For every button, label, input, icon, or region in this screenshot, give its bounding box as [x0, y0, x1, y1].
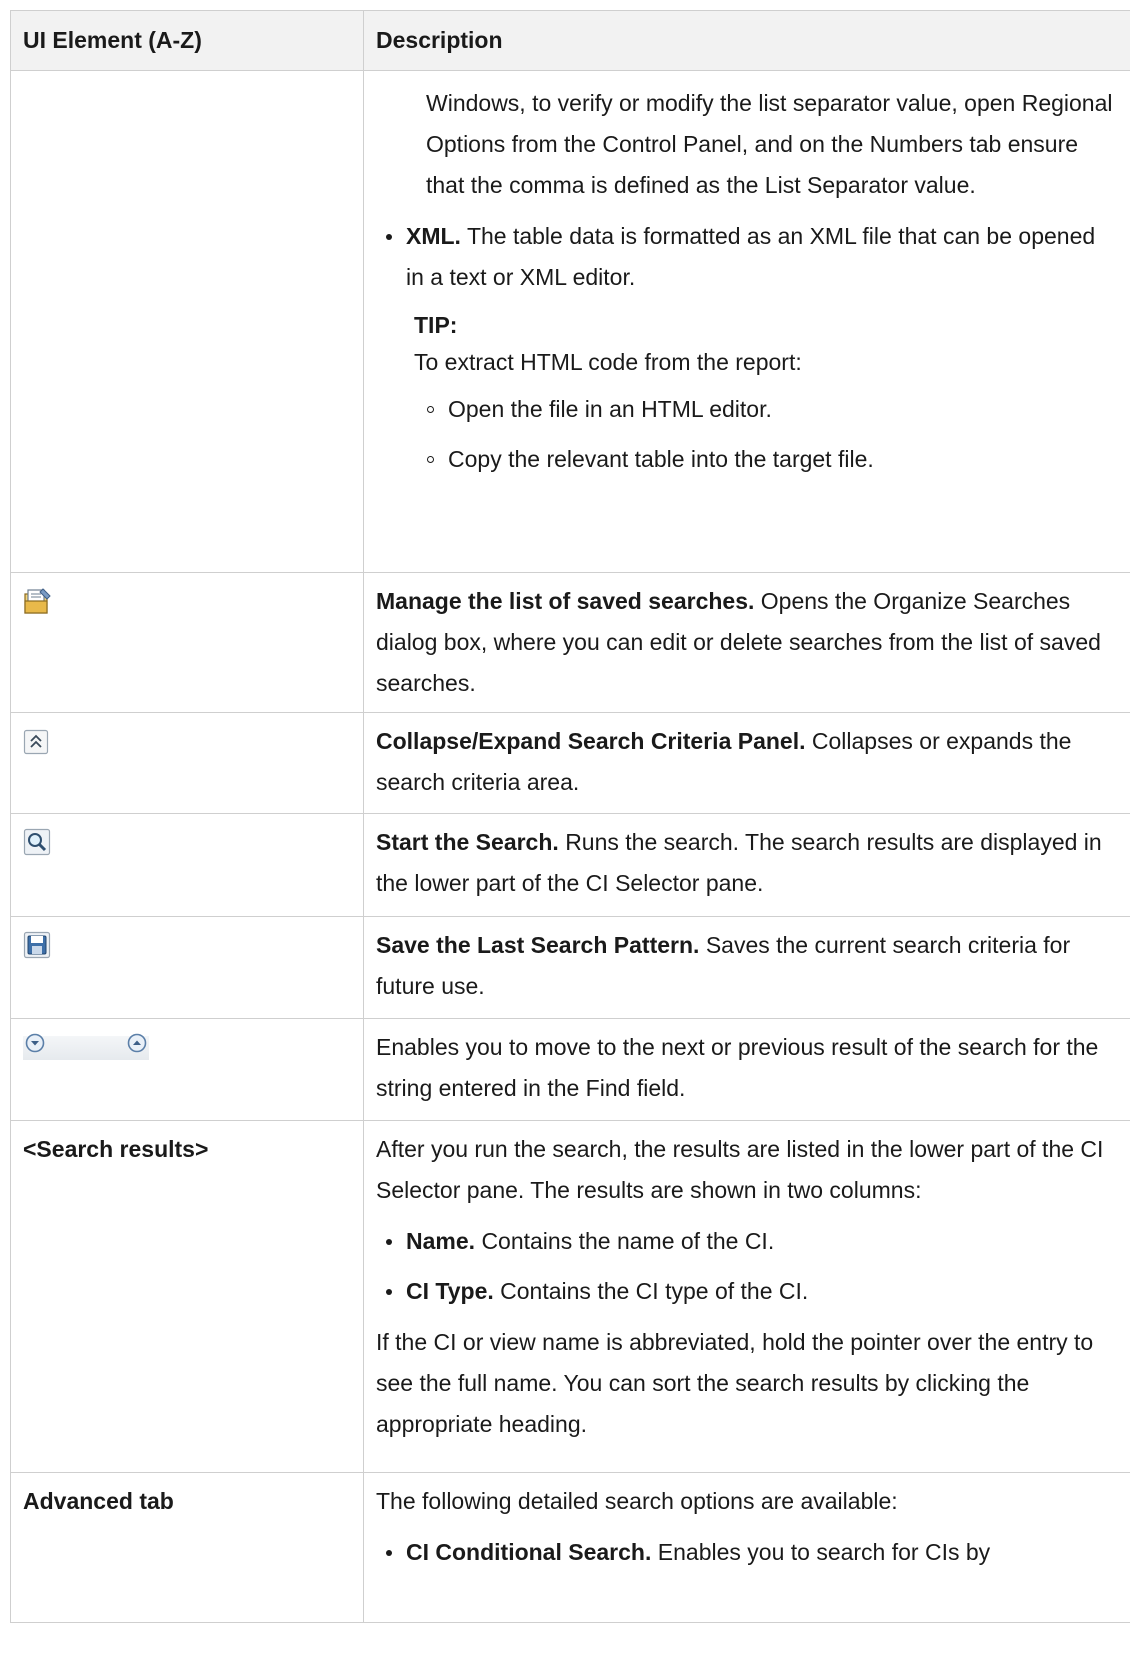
search-icon	[23, 828, 51, 869]
table-row: Advanced tab The following detailed sear…	[10, 1472, 1130, 1623]
description-cell: Save the Last Search Pattern. Saves the …	[363, 916, 1130, 1019]
list-item: Open the file in an HTML editor.	[414, 389, 1118, 430]
element-cell	[10, 916, 364, 1019]
continued-paragraph: Windows, to verify or modify the list se…	[426, 90, 1113, 198]
description-cell: Manage the list of saved searches. Opens…	[363, 572, 1130, 713]
collapse-expand-icon	[23, 727, 49, 768]
tip-steps-list: Open the file in an HTML editor. Copy th…	[414, 389, 1118, 480]
description-cell: Collapse/Expand Search Criteria Panel. C…	[363, 712, 1130, 814]
column-header-description-label: Description	[376, 27, 503, 53]
option-text: Enables you to search for CIs by	[657, 1539, 991, 1565]
column-type-text: Contains the CI type of the CI.	[500, 1278, 809, 1304]
save-icon	[23, 931, 51, 972]
description-cell: The following detailed search options ar…	[363, 1472, 1130, 1623]
xml-format-title: XML.	[406, 223, 461, 249]
column-header-ui-element-label: UI Element (A-Z)	[23, 27, 202, 53]
item-title: Start the Search.	[376, 829, 559, 855]
column-type-title: CI Type.	[406, 1278, 494, 1304]
list-item: Name. Contains the name of the CI.	[376, 1221, 1118, 1262]
table-row: Manage the list of saved searches. Opens…	[10, 572, 1130, 713]
item-title: Collapse/Expand Search Criteria Panel.	[376, 728, 806, 754]
tip-label: TIP:	[414, 312, 458, 338]
element-cell	[10, 1018, 364, 1121]
result-navigation-icons	[23, 1033, 149, 1060]
table-header-row: UI Element (A-Z) Description	[10, 10, 1130, 71]
column-name-title: Name.	[406, 1228, 476, 1254]
list-item: XML. The table data is formatted as an X…	[376, 216, 1118, 298]
element-cell	[10, 813, 364, 917]
column-header-ui-element: UI Element (A-Z)	[10, 10, 364, 71]
results-columns-list: Name. Contains the name of the CI. CI Ty…	[376, 1221, 1118, 1312]
previous-result-icon	[125, 1027, 149, 1068]
table-row: Collapse/Expand Search Criteria Panel. C…	[10, 712, 1130, 814]
table-row: <Search results> After you run the searc…	[10, 1120, 1130, 1473]
description-cell: After you run the search, the results ar…	[363, 1120, 1130, 1473]
tip-text: To extract HTML code from the report:	[414, 349, 802, 375]
element-cell	[10, 70, 364, 573]
xml-format-text: The table data is formatted as an XML fi…	[406, 223, 1096, 290]
table-row: Enables you to move to the next or previ…	[10, 1018, 1130, 1121]
table-row: Start the Search. Runs the search. The s…	[10, 813, 1130, 917]
list-item: CI Type. Contains the CI type of the CI.	[376, 1271, 1118, 1312]
description-cell: Enables you to move to the next or previ…	[363, 1018, 1130, 1121]
table-row: Windows, to verify or modify the list se…	[10, 70, 1130, 573]
item-title: Save the Last Search Pattern.	[376, 932, 700, 958]
element-cell	[10, 712, 364, 814]
results-outro: If the CI or view name is abbreviated, h…	[376, 1329, 1094, 1437]
element-name: <Search results>	[23, 1136, 209, 1162]
ui-elements-table: UI Element (A-Z) Description Windows, to…	[10, 10, 1130, 1623]
advanced-intro: The following detailed search options ar…	[376, 1488, 898, 1514]
element-name: Advanced tab	[23, 1488, 174, 1514]
tip-box: TIP: To extract HTML code from the repor…	[376, 308, 1118, 480]
results-intro: After you run the search, the results ar…	[376, 1136, 1104, 1203]
item-title: Manage the list of saved searches.	[376, 588, 755, 614]
description-cell: Windows, to verify or modify the list se…	[363, 70, 1130, 573]
column-name-text: Contains the name of the CI.	[481, 1228, 775, 1254]
item-text: Enables you to move to the next or previ…	[376, 1034, 1099, 1101]
column-header-description: Description	[363, 10, 1130, 71]
list-item: CI Conditional Search. Enables you to se…	[376, 1532, 1118, 1573]
list-item: Copy the relevant table into the target …	[414, 439, 1118, 480]
element-cell: <Search results>	[10, 1120, 364, 1473]
element-cell: Advanced tab	[10, 1472, 364, 1623]
manage-searches-icon	[23, 587, 53, 628]
element-cell	[10, 572, 364, 713]
description-cell: Start the Search. Runs the search. The s…	[363, 813, 1130, 917]
option-title: CI Conditional Search.	[406, 1539, 652, 1565]
advanced-options-list: CI Conditional Search. Enables you to se…	[376, 1532, 1118, 1573]
format-list: XML. The table data is formatted as an X…	[376, 216, 1118, 298]
next-result-icon	[23, 1027, 47, 1068]
table-row: Save the Last Search Pattern. Saves the …	[10, 916, 1130, 1019]
